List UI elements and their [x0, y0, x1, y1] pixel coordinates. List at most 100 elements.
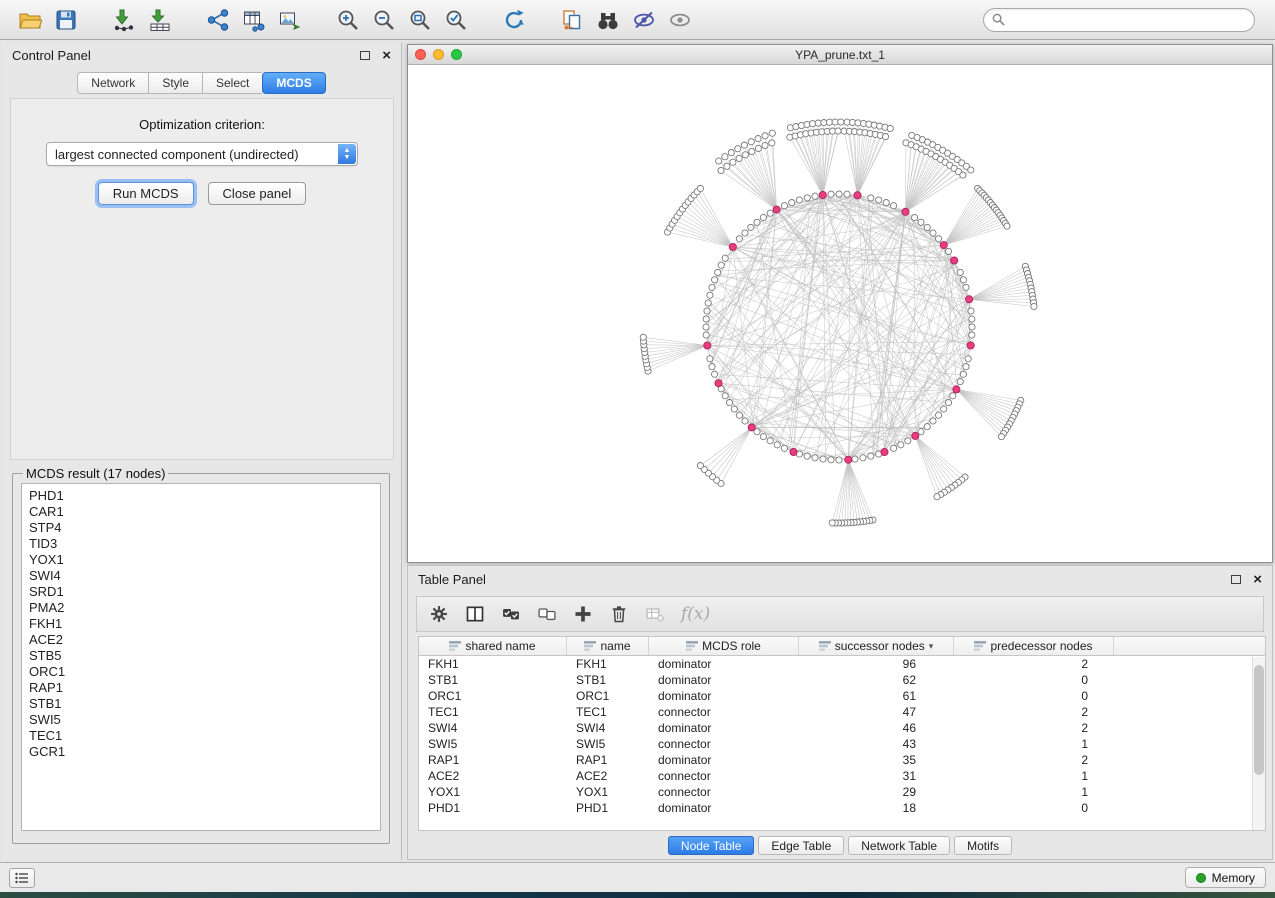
table-row[interactable]: FKH1FKH1dominator962 — [419, 656, 1265, 672]
zoom-in-button[interactable] — [330, 5, 366, 35]
tab-motifs[interactable]: Motifs — [954, 836, 1012, 855]
add-column-icon[interactable] — [573, 604, 593, 624]
search-icon — [992, 13, 1005, 26]
node-table-body: FKH1FKH1dominator962STB1STB1dominator620… — [419, 656, 1265, 816]
table-row[interactable]: SWI5SWI5connector431 — [419, 736, 1265, 752]
zoom-out-icon — [372, 8, 396, 32]
table-tabs: Node TableEdge TableNetwork TableMotifs — [408, 836, 1272, 855]
column-header-successor-nodes[interactable]: successor nodes▾ — [799, 637, 954, 655]
table-row[interactable]: STB1STB1dominator620 — [419, 672, 1265, 688]
tab-edge-table[interactable]: Edge Table — [758, 836, 844, 855]
find-button[interactable] — [590, 5, 626, 35]
tab-style[interactable]: Style — [148, 72, 202, 94]
mcds-result-item[interactable]: RAP1 — [29, 680, 373, 696]
table-row[interactable]: SWI4SWI4dominator462 — [419, 720, 1265, 736]
close-table-panel-icon[interactable]: × — [1253, 572, 1262, 587]
export-image-icon — [278, 8, 302, 32]
duplicate-document-icon — [560, 8, 584, 32]
mcds-result-item[interactable]: TID3 — [29, 536, 373, 552]
save-session-button[interactable] — [48, 5, 84, 35]
network-window-title: YPA_prune.txt_1 — [408, 48, 1272, 62]
sort-icon — [974, 641, 986, 651]
tab-select[interactable]: Select — [202, 72, 262, 94]
zoom-out-button[interactable] — [366, 5, 402, 35]
network-graph[interactable] — [408, 65, 1272, 562]
sort-icon — [819, 641, 831, 651]
show-columns-icon[interactable] — [465, 604, 485, 624]
table-scrollbar[interactable] — [1252, 657, 1265, 830]
mcds-result-item[interactable]: CAR1 — [29, 504, 373, 520]
show-all-button[interactable] — [662, 5, 698, 35]
status-bar: Memory — [0, 862, 1275, 892]
node-table: shared namenameMCDS rolesuccessor nodes▾… — [418, 636, 1266, 831]
table-toolbar: f(x) — [416, 596, 1264, 632]
memory-button[interactable]: Memory — [1185, 867, 1266, 888]
mcds-result-item[interactable]: PMA2 — [29, 600, 373, 616]
new-network-button[interactable] — [200, 5, 236, 35]
float-table-panel-icon[interactable] — [1231, 575, 1241, 584]
mcds-result-item[interactable]: ORC1 — [29, 664, 373, 680]
eye-slash-icon — [632, 8, 656, 32]
tab-mcds[interactable]: MCDS — [262, 72, 325, 94]
mcds-result-group: MCDS result (17 nodes) PHD1CAR1STP4TID3Y… — [12, 466, 390, 844]
mcds-result-item[interactable]: STP4 — [29, 520, 373, 536]
search-input[interactable] — [1010, 13, 1246, 27]
export-image-button[interactable] — [272, 5, 308, 35]
tab-node-table[interactable]: Node Table — [668, 836, 755, 855]
memory-label: Memory — [1212, 871, 1255, 885]
import-network-button[interactable] — [106, 5, 142, 35]
memory-status-icon — [1196, 873, 1206, 883]
network-window-titlebar[interactable]: YPA_prune.txt_1 — [408, 45, 1272, 65]
search-box[interactable] — [983, 8, 1255, 32]
eye-icon — [668, 8, 692, 32]
column-header-MCDS-role[interactable]: MCDS role — [649, 637, 799, 655]
mcds-result-item[interactable]: GCR1 — [29, 744, 373, 760]
save-icon — [54, 8, 78, 32]
gear-icon[interactable] — [429, 604, 449, 624]
mcds-result-list[interactable]: PHD1CAR1STP4TID3YOX1SWI4SRD1PMA2FKH1ACE2… — [21, 483, 381, 831]
network-table-button[interactable] — [236, 5, 272, 35]
table-row[interactable]: PHD1PHD1dominator180 — [419, 800, 1265, 816]
close-panel-icon[interactable]: × — [382, 48, 391, 63]
mcds-result-item[interactable]: YOX1 — [29, 552, 373, 568]
hide-selected-button[interactable] — [626, 5, 662, 35]
mcds-result-item[interactable]: STB1 — [29, 696, 373, 712]
mcds-result-item[interactable]: TEC1 — [29, 728, 373, 744]
tab-network[interactable]: Network — [77, 72, 148, 94]
delete-column-icon[interactable] — [609, 604, 629, 624]
refresh-view-button[interactable] — [496, 5, 532, 35]
mcds-result-item[interactable]: SWI5 — [29, 712, 373, 728]
mcds-result-item[interactable]: SWI4 — [29, 568, 373, 584]
zoom-fit-button[interactable] — [402, 5, 438, 35]
table-row[interactable]: RAP1RAP1dominator352 — [419, 752, 1265, 768]
task-history-button[interactable] — [9, 868, 35, 888]
open-session-button[interactable] — [12, 5, 48, 35]
mcds-result-item[interactable]: SRD1 — [29, 584, 373, 600]
scrollbar-thumb[interactable] — [1254, 665, 1264, 775]
column-header-predecessor-nodes[interactable]: predecessor nodes — [954, 637, 1114, 655]
clone-style-button[interactable] — [554, 5, 590, 35]
import-table-button[interactable] — [142, 5, 178, 35]
zoom-selected-button[interactable] — [438, 5, 474, 35]
table-row[interactable]: ORC1ORC1dominator610 — [419, 688, 1265, 704]
mcds-result-item[interactable]: PHD1 — [29, 488, 373, 504]
mcds-result-item[interactable]: ACE2 — [29, 632, 373, 648]
table-row[interactable]: ACE2ACE2connector311 — [419, 768, 1265, 784]
select-all-icon[interactable] — [501, 604, 521, 624]
import-table-icon — [148, 8, 172, 32]
column-header-name[interactable]: name — [567, 637, 649, 655]
optimization-select[interactable]: largest connected component (undirected)… — [46, 142, 358, 166]
close-panel-button[interactable]: Close panel — [208, 182, 307, 205]
table-row[interactable]: TEC1TEC1connector472 — [419, 704, 1265, 720]
network-view-window: YPA_prune.txt_1 — [407, 44, 1273, 563]
unselect-all-icon[interactable] — [537, 604, 557, 624]
mcds-result-item[interactable]: FKH1 — [29, 616, 373, 632]
run-mcds-button[interactable]: Run MCDS — [98, 182, 194, 205]
table-panel: Table Panel × f(x) shared namenameMCDS r… — [407, 565, 1273, 860]
table-row[interactable]: YOX1YOX1connector291 — [419, 784, 1265, 800]
mcds-result-title: MCDS result (17 nodes) — [23, 466, 168, 481]
column-header-shared-name[interactable]: shared name — [419, 637, 567, 655]
float-panel-icon[interactable] — [360, 51, 370, 60]
mcds-result-item[interactable]: STB5 — [29, 648, 373, 664]
tab-network-table[interactable]: Network Table — [848, 836, 950, 855]
